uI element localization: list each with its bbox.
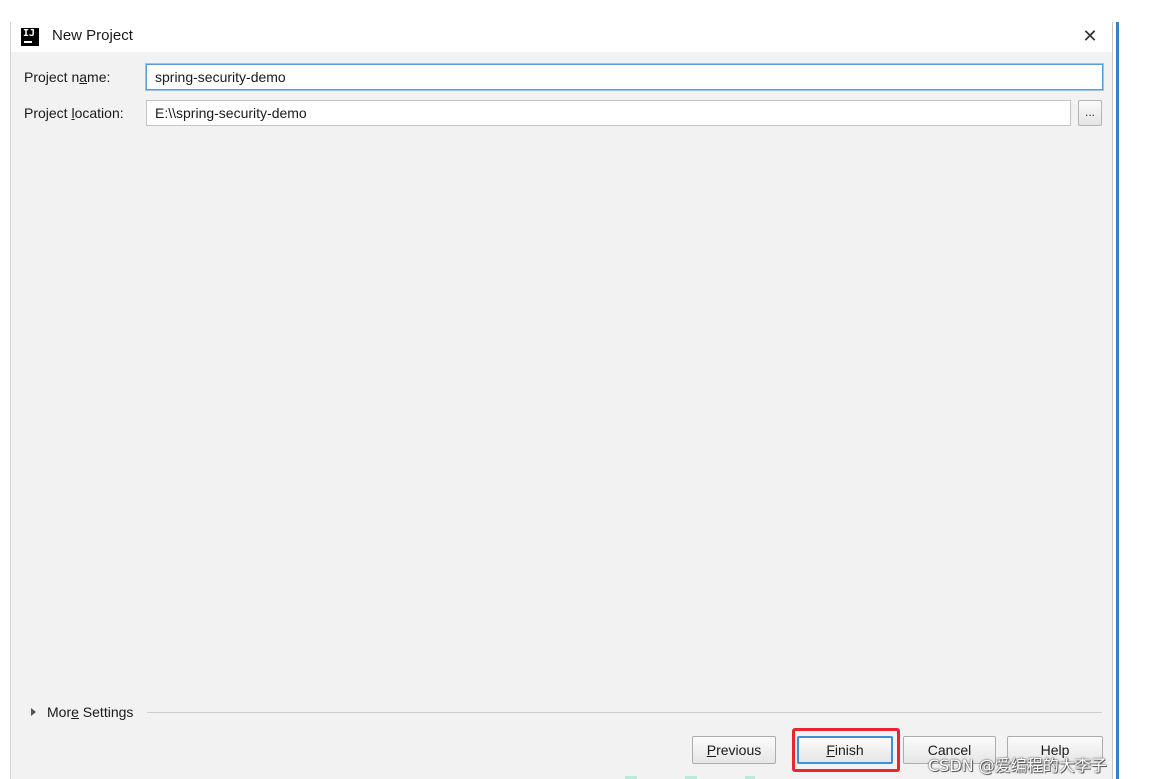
title-bar: IJ New Project ✕ bbox=[11, 22, 1112, 52]
previous-button[interactable]: Previous bbox=[692, 736, 776, 764]
new-project-dialog: IJ New Project ✕ Project name: spring-se… bbox=[10, 22, 1113, 779]
csdn-watermark: CSDN @爱编程的大李子 bbox=[928, 756, 1107, 775]
project-location-label: Project location: bbox=[24, 105, 124, 121]
browse-button[interactable]: ... bbox=[1078, 100, 1102, 126]
window-edge bbox=[1116, 22, 1119, 779]
expand-triangle-icon bbox=[31, 708, 36, 716]
project-location-input[interactable]: E:\\spring-security-demo bbox=[146, 100, 1071, 126]
project-name-input[interactable]: spring-security-demo bbox=[146, 64, 1103, 90]
close-icon[interactable]: ✕ bbox=[1079, 24, 1101, 48]
more-settings-label: More Settings bbox=[47, 704, 134, 720]
intellij-app-icon: IJ bbox=[21, 28, 39, 46]
project-name-label: Project name: bbox=[24, 69, 111, 85]
more-settings-toggle[interactable]: More Settings bbox=[31, 704, 133, 720]
finish-button[interactable]: Finish bbox=[797, 736, 893, 764]
window-title: New Project bbox=[52, 27, 133, 44]
more-settings-separator bbox=[147, 712, 1102, 713]
